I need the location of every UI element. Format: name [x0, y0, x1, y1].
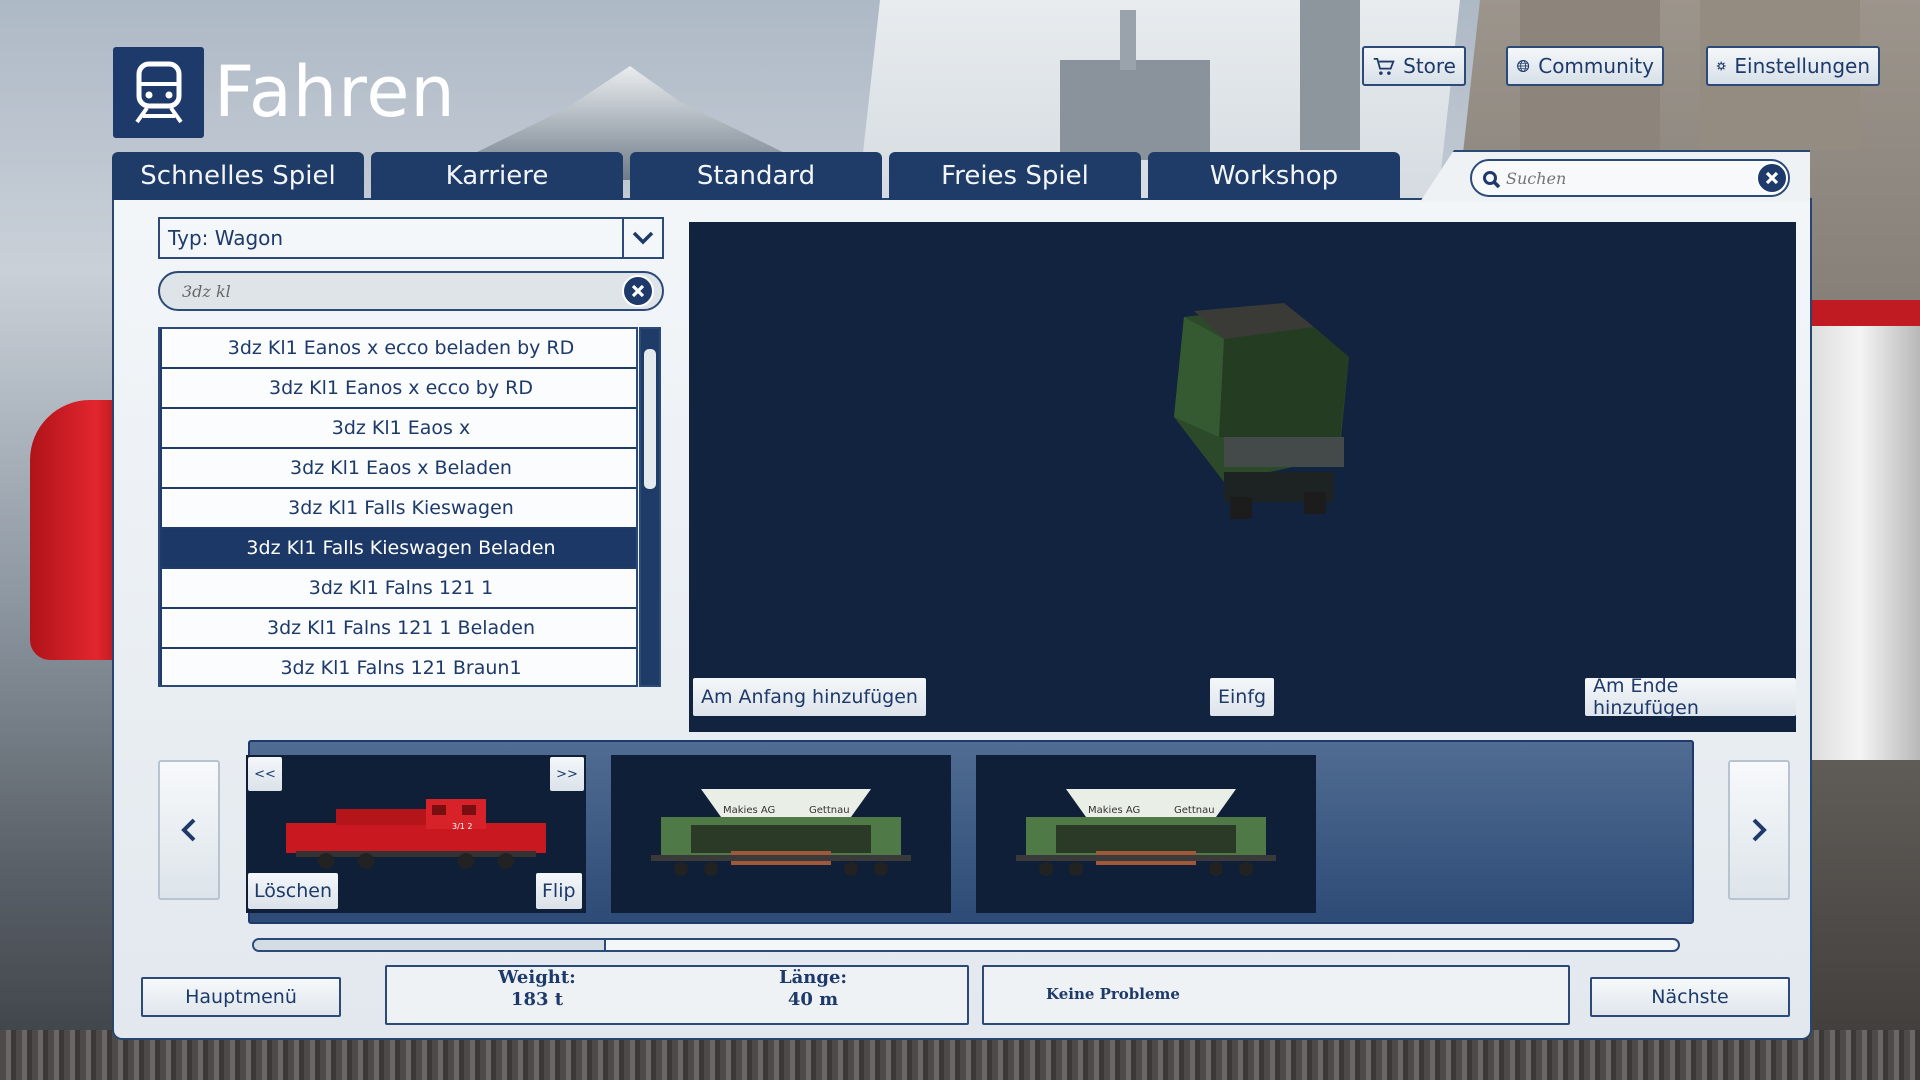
tab-workshop[interactable]: Workshop — [1148, 152, 1400, 200]
add-start-button[interactable]: Am Anfang hinzufügen — [693, 678, 926, 716]
list-item[interactable]: 3dz Kl1 Eanos x ecco by RD — [162, 369, 636, 407]
globe-icon — [1517, 59, 1530, 73]
tab-career[interactable]: Karriere — [371, 152, 623, 200]
filter-search-input[interactable] — [182, 273, 602, 309]
community-label: Community — [1538, 54, 1654, 78]
wagon-label-left: Makies AG — [723, 805, 775, 816]
list-item[interactable]: 3dz Kl1 Falls Kieswagen — [162, 489, 636, 527]
move-left-button[interactable]: << — [248, 757, 282, 791]
wagon-3d-preview-image — [1174, 303, 1349, 519]
list-scrollbar[interactable] — [639, 327, 661, 687]
train-logo-icon — [113, 47, 204, 138]
store-label: Store — [1403, 54, 1456, 78]
red-locomotive-image: 3/1 2 — [286, 799, 546, 869]
tab-label: Workshop — [1209, 161, 1339, 191]
gear-icon — [1716, 61, 1726, 71]
tab-label: Karriere — [445, 161, 549, 191]
weight-value: 183 t — [510, 989, 564, 1010]
wagon-preview: Am Anfang hinzufügen Einfg Am Ende hinzu… — [689, 222, 1796, 732]
building-spire — [1120, 10, 1136, 70]
search-input[interactable] — [1506, 161, 1736, 195]
tab-label: Freies Spiel — [941, 161, 1089, 191]
chevron-right-icon — [1752, 818, 1767, 842]
next-button[interactable]: Nächste — [1590, 977, 1790, 1017]
move-right-button[interactable]: >> — [550, 757, 584, 791]
strip-next-button[interactable] — [1728, 760, 1790, 900]
tab-standard[interactable]: Standard — [630, 152, 882, 200]
tab-quick-game[interactable]: Schnelles Spiel — [112, 152, 364, 200]
strip-scroll-thumb[interactable] — [254, 940, 606, 950]
settings-label: Einstellungen — [1734, 54, 1870, 78]
building — [1300, 0, 1360, 150]
building — [1060, 60, 1210, 160]
weight-label: Weight: — [498, 967, 576, 988]
list-item[interactable]: 3dz Kl1 Falns 121 Braun1 — [162, 649, 636, 685]
consist-slot-locomotive[interactable]: 3/1 2 << >> Löschen Flip — [246, 755, 586, 913]
community-button[interactable]: Community — [1506, 46, 1664, 86]
loco-number: 3/1 2 — [452, 822, 473, 831]
list-scroll-thumb[interactable] — [644, 349, 656, 489]
wagon-label-right: Gettnau — [1174, 805, 1215, 816]
status-box: Keine Probleme — [982, 965, 1570, 1025]
length-value: 40 m — [787, 989, 839, 1010]
consist-slot-wagon[interactable]: Makies AG Gettnau — [611, 755, 951, 913]
green-wagon-image: Makies AG Gettnau — [1016, 789, 1276, 876]
settings-button[interactable]: Einstellungen — [1706, 46, 1880, 86]
status-text: Keine Probleme — [1046, 985, 1180, 1003]
strip-scrollbar[interactable] — [252, 938, 1680, 952]
type-dropdown[interactable]: Typ: Wagon — [158, 217, 664, 259]
list-item[interactable]: 3dz Kl1 Eaos x Beladen — [162, 449, 636, 487]
page-title: Fahren — [214, 51, 456, 133]
list-item[interactable]: 3dz Kl1 Falns 121 1 — [162, 569, 636, 607]
add-end-button[interactable]: Am Ende hinzufügen — [1585, 675, 1796, 719]
search-clear-icon[interactable] — [1756, 162, 1788, 194]
wagon-label-left: Makies AG — [1088, 805, 1140, 816]
insert-button[interactable]: Einfg — [1210, 678, 1275, 716]
list-item-selected[interactable]: 3dz Kl1 Falls Kieswagen Beladen — [162, 529, 636, 567]
consist-info-box: Weight: 183 t Länge: 40 m — [385, 965, 969, 1025]
consist-slot-wagon[interactable]: Makies AG Gettnau — [976, 755, 1316, 913]
length-label: Länge: — [778, 967, 848, 988]
tab-label: Schnelles Spiel — [140, 161, 336, 191]
type-dropdown-value: Typ: Wagon — [168, 226, 284, 250]
green-wagon-image: Makies AG Gettnau — [651, 789, 911, 876]
filter-search-field[interactable] — [158, 271, 664, 311]
flip-button[interactable]: Flip — [536, 873, 582, 909]
main-menu-button[interactable]: Hauptmenü — [141, 977, 341, 1017]
list-item[interactable]: 3dz Kl1 Eaos x — [162, 409, 636, 447]
tab-label: Standard — [696, 161, 816, 191]
search-field[interactable] — [1470, 159, 1790, 197]
cart-icon — [1373, 57, 1395, 75]
tab-free-play[interactable]: Freies Spiel — [889, 152, 1141, 200]
store-button[interactable]: Store — [1362, 46, 1466, 86]
list-item[interactable]: 3dz Kl1 Falns 121 1 Beladen — [162, 609, 636, 647]
search-icon — [1483, 171, 1501, 189]
wagon-list: 3dz Kl1 Eanos x ecco beladen by RD 3dz K… — [158, 327, 638, 687]
chevron-down-icon[interactable] — [622, 219, 662, 257]
delete-button[interactable]: Löschen — [248, 873, 338, 909]
wagon-label-right: Gettnau — [809, 805, 850, 816]
list-item[interactable]: 3dz Kl1 Eanos x ecco beladen by RD — [162, 329, 636, 367]
filter-clear-icon[interactable] — [622, 275, 654, 307]
strip-prev-button[interactable] — [158, 760, 220, 900]
chevron-left-icon — [181, 818, 196, 842]
white-train-image — [1800, 300, 1920, 760]
